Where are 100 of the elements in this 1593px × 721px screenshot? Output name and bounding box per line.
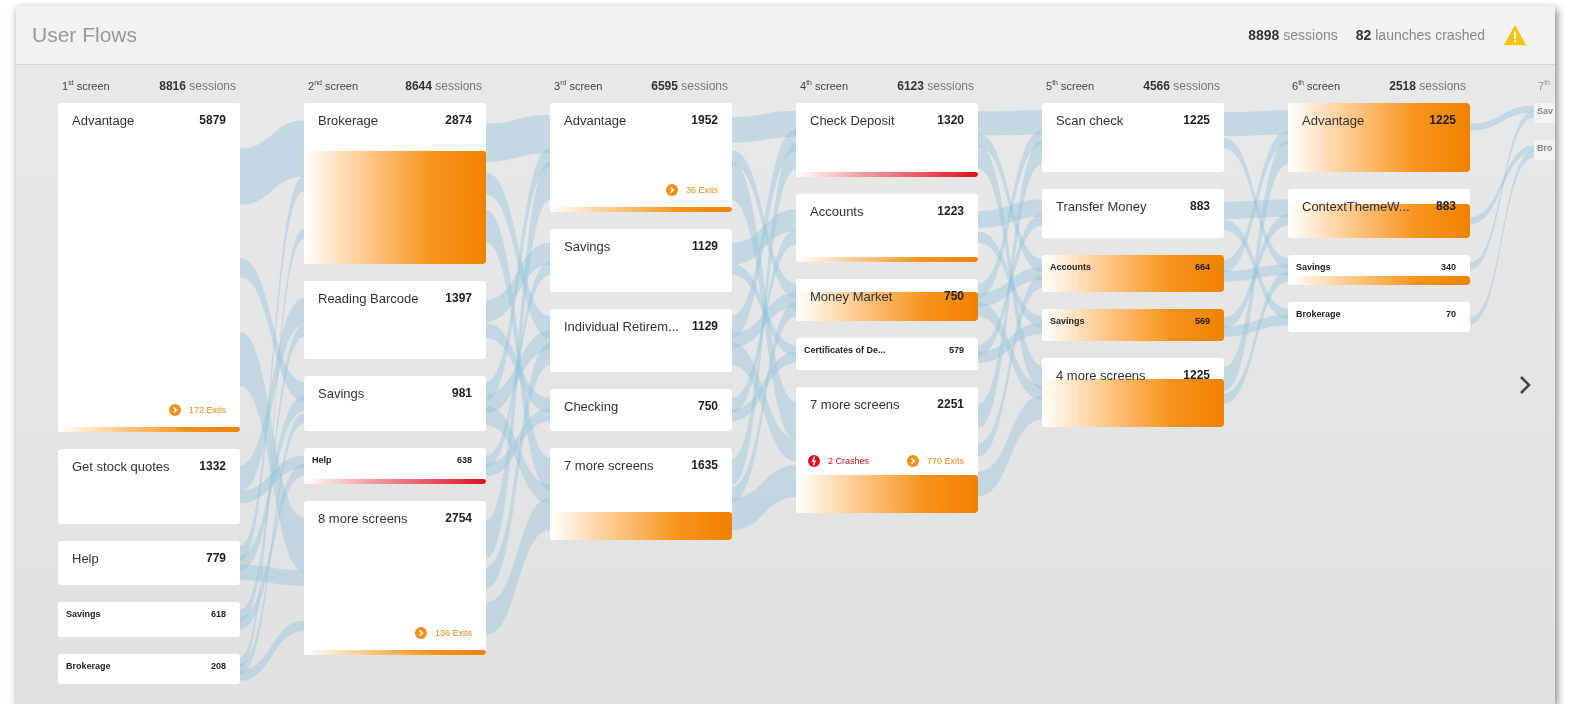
screen-name: Checking xyxy=(564,399,619,414)
session-count: 569 xyxy=(1194,316,1210,326)
screen-name: Brokerage xyxy=(66,661,111,671)
screen-name: Savings xyxy=(1296,262,1331,272)
column-sessions: 6123 sessions xyxy=(897,79,974,93)
session-count: 1320 xyxy=(937,113,964,128)
session-count: 750 xyxy=(697,399,718,414)
screen-node[interactable]: Savings 1129 xyxy=(550,229,732,292)
column-sessions: 8644 sessions xyxy=(405,79,482,93)
column-sessions: 8816 sessions xyxy=(159,79,236,93)
screen-node[interactable]: Brokerage 2874 xyxy=(304,103,486,264)
screen-node[interactable]: Help 638 xyxy=(304,448,486,484)
screen-node[interactable]: Advantage 1952 36 Exits xyxy=(550,103,732,212)
total-sessions: 8898 sessions xyxy=(1248,27,1338,43)
screen-name: Transfer Money xyxy=(1056,199,1147,214)
crash-icon xyxy=(808,455,820,468)
screen-node[interactable]: Individual Retirem... 1129 xyxy=(550,309,732,372)
screen-node[interactable]: Checking 750 xyxy=(550,389,732,431)
screen-name: Accounts xyxy=(810,204,864,219)
screen-name: Reading Barcode xyxy=(318,291,419,306)
screen-name: Money Market xyxy=(810,289,893,304)
session-count: 750 xyxy=(943,289,964,304)
screen-name: Help xyxy=(312,455,332,465)
chevron-right-icon[interactable] xyxy=(1519,375,1531,395)
column-title: 4$^{th}$ screen xyxy=(800,79,849,92)
warning-icon xyxy=(1503,24,1527,46)
column-sessions: 6595 sessions xyxy=(651,79,728,93)
screen-node[interactable]: Advantage 1225 xyxy=(1288,103,1470,172)
column-title: 6$^{th}$ screen xyxy=(1292,79,1341,92)
screen-name: Advantage xyxy=(564,113,627,128)
session-count: 1397 xyxy=(445,291,472,306)
session-count: 70 xyxy=(1446,309,1456,319)
screen-node[interactable]: Reading Barcode 1397 xyxy=(304,281,486,359)
screen-name: Individual Retirem... xyxy=(564,319,679,334)
session-count: 779 xyxy=(205,551,226,566)
screen-node[interactable]: Brokerage 208 xyxy=(58,654,240,684)
screen-name: Sav xyxy=(1537,106,1553,116)
screen-name: Accounts xyxy=(1050,262,1091,272)
screen-name: 8 more screens xyxy=(318,511,408,526)
column-sessions: 4566 sessions xyxy=(1143,79,1220,93)
screen-name: Advantage xyxy=(1302,113,1365,128)
screen-node[interactable]: Savings 340 xyxy=(1288,255,1470,285)
screen-node[interactable]: Certificates of De... 579 xyxy=(796,338,978,370)
exit-icon xyxy=(906,455,919,468)
screen-name: Get stock quotes xyxy=(72,459,170,474)
screen-name: Certificates of De... xyxy=(804,345,886,355)
screen-node[interactable]: Accounts 664 xyxy=(1042,255,1224,292)
screen-name: Bro xyxy=(1537,143,1553,153)
screen-node[interactable]: Scan check 1225 xyxy=(1042,103,1224,172)
session-count: 883 xyxy=(1189,199,1210,214)
screen-name: Check Deposit xyxy=(810,113,895,128)
session-count: 638 xyxy=(456,455,472,465)
screen-node[interactable]: 7 more screens 2251 2 Crashes 770 Exits xyxy=(796,387,978,513)
screen-node[interactable]: Accounts 1223 xyxy=(796,194,978,262)
screen-node[interactable]: Savings 981 xyxy=(304,376,486,431)
screen-name: ContextThemeW... xyxy=(1302,199,1410,214)
screen-node[interactable]: 8 more screens 2754 136 Exits xyxy=(304,501,486,655)
session-count: 2874 xyxy=(445,113,472,128)
screen-node[interactable]: 7 more screens 1635 xyxy=(550,448,732,540)
screen-node[interactable]: Advantage 5879 172 Exits xyxy=(58,103,240,432)
column-title: 7$^{th}$ xyxy=(1538,79,1550,92)
screen-node[interactable]: Money Market 750 xyxy=(796,279,978,321)
session-count: 618 xyxy=(210,609,226,619)
column-title: 3$^{rd}$ screen xyxy=(554,79,603,92)
column-title: 1$^{st}$ screen xyxy=(62,79,110,92)
launches-crashed: 82 launches crashed xyxy=(1355,27,1485,43)
screen-node[interactable]: Help 779 xyxy=(58,541,240,585)
screen-node[interactable]: Check Deposit 1320 xyxy=(796,103,978,177)
session-count: 1129 xyxy=(691,239,718,254)
screen-name: Brokerage xyxy=(1296,309,1341,319)
session-count: 981 xyxy=(451,386,472,401)
exit-count: 172 Exits xyxy=(188,405,226,415)
screen-name: Brokerage xyxy=(318,113,378,128)
screen-name: Savings xyxy=(1050,316,1085,326)
screen-node[interactable]: Savings 618 xyxy=(58,602,240,637)
exit-icon xyxy=(666,184,678,196)
session-count: 1635 xyxy=(691,458,718,473)
session-count: 1129 xyxy=(691,319,718,334)
screen-node[interactable]: Savings 569 xyxy=(1042,309,1224,341)
session-count: 1225 xyxy=(1183,368,1210,383)
screen-name: Savings xyxy=(66,609,101,619)
screen-name: 7 more screens xyxy=(564,458,654,473)
screen-name: Savings xyxy=(318,386,365,401)
screen-name: Advantage xyxy=(72,113,135,128)
session-count: 5879 xyxy=(199,113,226,128)
screen-node[interactable]: Get stock quotes 1332 xyxy=(58,449,240,524)
page-title: User Flows xyxy=(32,23,137,47)
session-count: 1225 xyxy=(1429,113,1456,128)
screen-node[interactable]: Brokerage 70 xyxy=(1288,302,1470,332)
exit-count: 36 Exits xyxy=(686,185,718,195)
session-count: 1223 xyxy=(937,204,964,219)
session-count: 1332 xyxy=(199,459,226,474)
session-count: 340 xyxy=(1440,262,1456,272)
exit-count: 136 Exits xyxy=(434,628,472,638)
session-count: 664 xyxy=(1194,262,1210,272)
screen-node[interactable]: Bro xyxy=(1534,140,1555,160)
session-count: 208 xyxy=(210,661,226,671)
screen-node[interactable]: Transfer Money 883 xyxy=(1042,189,1224,238)
screen-node[interactable]: Sav xyxy=(1534,103,1555,123)
screen-name: 7 more screens xyxy=(810,397,900,412)
